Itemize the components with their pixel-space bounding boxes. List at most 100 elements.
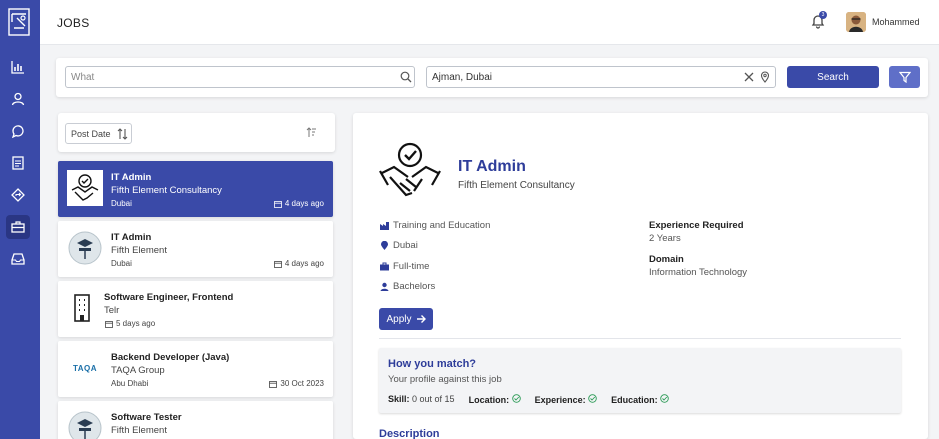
company-logo [67, 170, 103, 206]
industry-text: Training and Education [393, 220, 491, 231]
job-card[interactable]: IT Admin Fifth Element Consultancy Dubai… [58, 161, 333, 217]
nav-inbox[interactable] [6, 247, 30, 271]
calendar-icon [273, 200, 282, 208]
job-detail-panel: IT Admin Fifth Element Consultancy Train… [353, 113, 928, 439]
factory-icon [380, 222, 389, 230]
domain-label: Domain [649, 254, 684, 265]
skill-value: 0 out of 15 [412, 394, 455, 404]
job-date: 4 days ago [273, 199, 324, 208]
match-panel: How you match? Your profile against this… [379, 348, 901, 413]
nav-documents[interactable] [6, 151, 30, 175]
job-company: TAQA Group [111, 365, 165, 376]
graduation-logo-icon [68, 411, 102, 439]
job-date-text: 5 days ago [116, 319, 156, 328]
job-title: IT Admin [111, 172, 152, 183]
detail-company: Fifth Element Consultancy [458, 180, 575, 191]
user-icon [11, 92, 25, 106]
detail-title: IT Admin [458, 158, 526, 175]
chat-icon [11, 125, 24, 138]
location-pin-icon[interactable] [759, 71, 771, 83]
top-header: JOBS 3 Mohammed [40, 0, 939, 45]
location-label: Location: [468, 395, 510, 405]
nav-profile[interactable] [6, 87, 30, 111]
user-name[interactable]: Mohammed [872, 17, 920, 27]
calendar-icon [273, 260, 282, 268]
detail-industry: Training and Education [380, 220, 490, 231]
inbox-icon [11, 253, 25, 265]
job-type-text: Full-time [393, 261, 430, 272]
sort-label: Post Date [71, 129, 111, 139]
detail-education: Bachelors [380, 281, 435, 292]
match-subtitle: Your profile against this job [388, 374, 502, 385]
graduation-logo-icon [68, 231, 102, 265]
bar-chart-icon [11, 61, 24, 74]
job-card[interactable]: Software Tester Fifth Element [58, 401, 333, 439]
job-company: Telr [104, 305, 120, 316]
job-title: Software Tester [111, 412, 182, 423]
nav-jobs[interactable] [6, 215, 30, 239]
arrow-right-icon [416, 315, 426, 323]
search-button[interactable]: Search [787, 66, 879, 88]
job-location: Dubai [111, 199, 132, 208]
experience-match-label: Experience: [534, 395, 586, 405]
company-logo [67, 230, 103, 266]
experience-value: 2 Years [649, 233, 681, 244]
app-logo-icon[interactable] [8, 8, 30, 36]
handshake-icon [71, 174, 99, 201]
detail-job-type: Full-time [380, 261, 429, 272]
check-circle-icon [588, 394, 597, 403]
clear-icon[interactable] [743, 71, 755, 83]
job-card[interactable]: Software Engineer, Frontend Telr 5 days … [58, 281, 333, 337]
check-circle-icon [511, 394, 521, 403]
job-card[interactable]: TAQA Backend Developer (Java) TAQA Group… [58, 341, 333, 397]
job-location: Dubai [111, 259, 132, 268]
notification-badge: 3 [819, 11, 827, 19]
match-education: Education: [611, 394, 669, 405]
filter-icon [898, 71, 911, 83]
check-circle-icon [660, 394, 669, 403]
diamond-arrow-icon [11, 188, 25, 202]
calendar-icon [105, 320, 113, 328]
apply-button[interactable]: Apply [379, 308, 433, 330]
job-date: 30 Oct 2023 [269, 379, 324, 388]
location-pin-icon [381, 241, 388, 250]
what-input[interactable]: What [65, 66, 415, 88]
building-icon [74, 294, 90, 322]
nav-messages[interactable] [6, 119, 30, 143]
nav-directions[interactable] [6, 183, 30, 207]
experience-label: Experience Required [649, 220, 744, 231]
filter-button[interactable] [889, 66, 920, 88]
job-title: Backend Developer (Java) [111, 352, 230, 363]
calendar-icon [269, 380, 278, 388]
job-date-text: 30 Oct 2023 [280, 379, 324, 388]
search-icon[interactable] [400, 71, 412, 83]
match-row: Skill: 0 out of 15 Location: Experience:… [388, 394, 669, 405]
job-date-text: 4 days ago [284, 199, 324, 208]
divider [379, 338, 901, 339]
graduate-icon [380, 282, 389, 291]
job-title: IT Admin [111, 232, 152, 243]
job-company: Fifth Element [111, 425, 167, 436]
briefcase-icon [11, 221, 25, 233]
sort-select[interactable]: Post Date [65, 123, 132, 144]
match-skill: Skill: 0 out of 15 [388, 394, 455, 405]
nav-analytics[interactable] [6, 55, 30, 79]
avatar[interactable] [846, 12, 866, 32]
page-title: JOBS [57, 16, 90, 30]
job-title: Software Engineer, Frontend [104, 292, 234, 303]
match-experience: Experience: [535, 394, 598, 405]
job-date-text: 4 days ago [284, 259, 324, 268]
sort-order-icon[interactable] [306, 127, 317, 138]
job-date: 5 days ago [105, 319, 155, 328]
sort-arrows-icon [117, 128, 128, 140]
what-placeholder: What [71, 72, 95, 83]
skill-label: Skill: [388, 394, 410, 404]
handshake-icon [379, 142, 441, 197]
where-value: Ajman, Dubai [432, 72, 493, 83]
domain-value: Information Technology [649, 267, 748, 278]
job-date: 4 days ago [273, 259, 324, 268]
sort-bar: Post Date [58, 113, 335, 152]
where-input[interactable]: Ajman, Dubai [426, 66, 776, 88]
search-bar: What Ajman, Dubai Search [56, 58, 928, 97]
job-card[interactable]: IT Admin Fifth Element Dubai 4 days ago [58, 221, 333, 277]
